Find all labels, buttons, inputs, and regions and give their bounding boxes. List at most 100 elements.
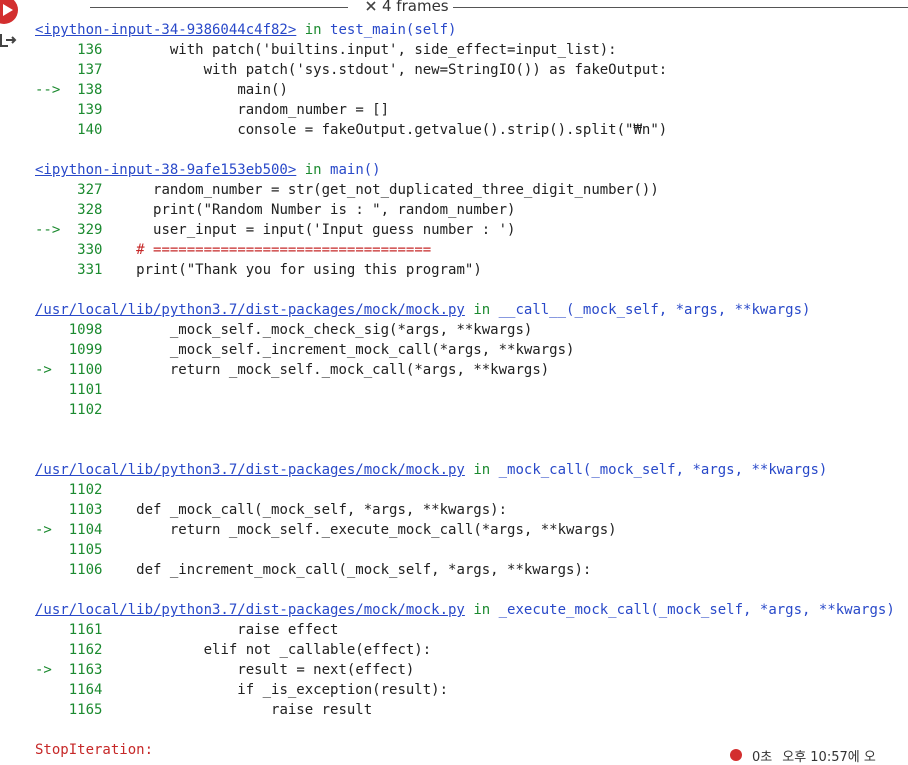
- line-number: 1106: [68, 562, 103, 578]
- line-number: 331: [77, 262, 103, 278]
- code-line: 139 random_number = []: [35, 100, 905, 120]
- code-text: user_input = input('Input guess number :…: [102, 222, 516, 238]
- code-line: -> 1163 result = next(effect): [35, 660, 905, 680]
- frame-file-link[interactable]: <ipython-input-34-9386044c4f82>: [35, 22, 296, 38]
- frame-in-keyword: in: [473, 602, 491, 618]
- code-line: 1106 def _increment_mock_call(_mock_self…: [35, 560, 905, 580]
- line-number: 1102: [68, 482, 103, 498]
- line-number: 1165: [68, 702, 103, 718]
- line-number: 1098: [68, 322, 103, 338]
- line-number: 136: [77, 42, 103, 58]
- code-line: 1102: [35, 400, 905, 420]
- cell-gutter: [0, 0, 28, 761]
- status-error-icon: [730, 749, 742, 761]
- code-line: 1098 _mock_self._mock_check_sig(*args, *…: [35, 320, 905, 340]
- line-number: 138: [77, 82, 103, 98]
- code-text: return _mock_self._execute_mock_call(*ar…: [102, 522, 617, 538]
- code-line: 1101: [35, 380, 905, 400]
- frames-label: 4 frames: [382, 0, 449, 15]
- line-number: 329: [77, 222, 103, 238]
- frame-file-link[interactable]: /usr/local/lib/python3.7/dist-packages/m…: [35, 462, 465, 478]
- code-text: print("Thank you for using this program"…: [102, 262, 482, 278]
- code-text: raise effect: [102, 622, 339, 638]
- line-number: 327: [77, 182, 103, 198]
- code-line: 1105: [35, 540, 905, 560]
- frame-header: <ipython-input-38-9afe153eb500> in main(…: [35, 160, 905, 180]
- code-line: 331 print("Thank you for using this prog…: [35, 260, 905, 280]
- code-line: 1162 elif not _callable(effect):: [35, 640, 905, 660]
- frame-file-link[interactable]: <ipython-input-38-9afe153eb500>: [35, 162, 296, 178]
- line-number: 1163: [68, 662, 103, 678]
- line-number: 1105: [68, 542, 103, 558]
- collapse-icon: [366, 1, 376, 11]
- code-line: 327 random_number = str(get_not_duplicat…: [35, 180, 905, 200]
- code-line: 1099 _mock_self._increment_mock_call(*ar…: [35, 340, 905, 360]
- divider: [453, 7, 908, 8]
- code-text: return _mock_self._mock_call(*args, **kw…: [102, 362, 550, 378]
- frame-header: <ipython-input-34-9386044c4f82> in test_…: [35, 20, 905, 40]
- code-line: 328 print("Random Number is : ", random_…: [35, 200, 905, 220]
- output-actions-icon[interactable]: [0, 32, 18, 48]
- code-line: 140 console = fakeOutput.getvalue().stri…: [35, 120, 905, 140]
- run-cell-button[interactable]: [0, 0, 18, 24]
- frame-function-name: main(): [330, 162, 381, 178]
- code-line: 1165 raise result: [35, 700, 905, 720]
- frame-in-keyword: in: [304, 162, 322, 178]
- code-line: 137 with patch('sys.stdout', new=StringI…: [35, 60, 905, 80]
- code-text: raise result: [102, 702, 373, 718]
- traceback-output: <ipython-input-34-9386044c4f82> in test_…: [35, 20, 905, 760]
- line-number: 1104: [68, 522, 103, 538]
- divider: [90, 7, 348, 8]
- code-text: def _increment_mock_call(_mock_self, *ar…: [102, 562, 592, 578]
- code-text: _mock_self._increment_mock_call(*args, *…: [102, 342, 575, 358]
- code-line: -> 1104 return _mock_self._execute_mock_…: [35, 520, 905, 540]
- code-line: -> 1100 return _mock_self._mock_call(*ar…: [35, 360, 905, 380]
- line-number: 1100: [68, 362, 103, 378]
- code-text: with patch('sys.stdout', new=StringIO())…: [102, 62, 668, 78]
- code-line: 1103 def _mock_call(_mock_self, *args, *…: [35, 500, 905, 520]
- status-elapsed: 0초: [752, 749, 773, 765]
- code-line: 1102: [35, 480, 905, 500]
- current-line-arrow: ->: [35, 662, 61, 678]
- frame-function-name: test_main(self): [330, 22, 457, 38]
- line-number: 328: [77, 202, 103, 218]
- current-line-arrow: -->: [35, 222, 69, 238]
- code-line: --> 138 main(): [35, 80, 905, 100]
- frame-in-keyword: in: [304, 22, 322, 38]
- current-line-arrow: -->: [35, 82, 69, 98]
- line-number: 1162: [68, 642, 103, 658]
- frame-header: /usr/local/lib/python3.7/dist-packages/m…: [35, 460, 905, 480]
- code-text: random_number = str(get_not_duplicated_t…: [102, 182, 659, 198]
- frames-toggle[interactable]: 4 frames: [362, 0, 453, 15]
- line-number: 1161: [68, 622, 103, 638]
- line-number: 1102: [68, 402, 103, 418]
- code-text: main(): [102, 82, 288, 98]
- code-text: if _is_exception(result):: [102, 682, 449, 698]
- frame-function-name: __call__(_mock_self, *args, **kwargs): [498, 302, 811, 318]
- line-number: 140: [77, 122, 103, 138]
- code-line: 1164 if _is_exception(result):: [35, 680, 905, 700]
- line-number: 139: [77, 102, 103, 118]
- code-line: --> 329 user_input = input('Input guess …: [35, 220, 905, 240]
- status-timestamp: 오후 10:57에 오: [782, 749, 876, 765]
- code-text: elif not _callable(effect):: [102, 642, 432, 658]
- code-text: result = next(effect): [102, 662, 415, 678]
- code-text: random_number = []: [102, 102, 390, 118]
- code-text: _mock_self._mock_check_sig(*args, **kwar…: [102, 322, 533, 338]
- code-text: def _mock_call(_mock_self, *args, **kwar…: [102, 502, 508, 518]
- frame-file-link[interactable]: /usr/local/lib/python3.7/dist-packages/m…: [35, 602, 465, 618]
- current-line-arrow: ->: [35, 362, 61, 378]
- code-text: console = fakeOutput.getvalue().strip().…: [102, 122, 668, 138]
- line-number: 1164: [68, 682, 103, 698]
- line-number: 1103: [68, 502, 103, 518]
- frame-header: /usr/local/lib/python3.7/dist-packages/m…: [35, 300, 905, 320]
- code-line: 136 with patch('builtins.input', side_ef…: [35, 40, 905, 60]
- frame-in-keyword: in: [473, 462, 491, 478]
- frame-function-name: _execute_mock_call(_mock_self, *args, **…: [498, 602, 895, 618]
- frame-file-link[interactable]: /usr/local/lib/python3.7/dist-packages/m…: [35, 302, 465, 318]
- code-text: print("Random Number is : ", random_numb…: [102, 202, 516, 218]
- code-line: 1161 raise effect: [35, 620, 905, 640]
